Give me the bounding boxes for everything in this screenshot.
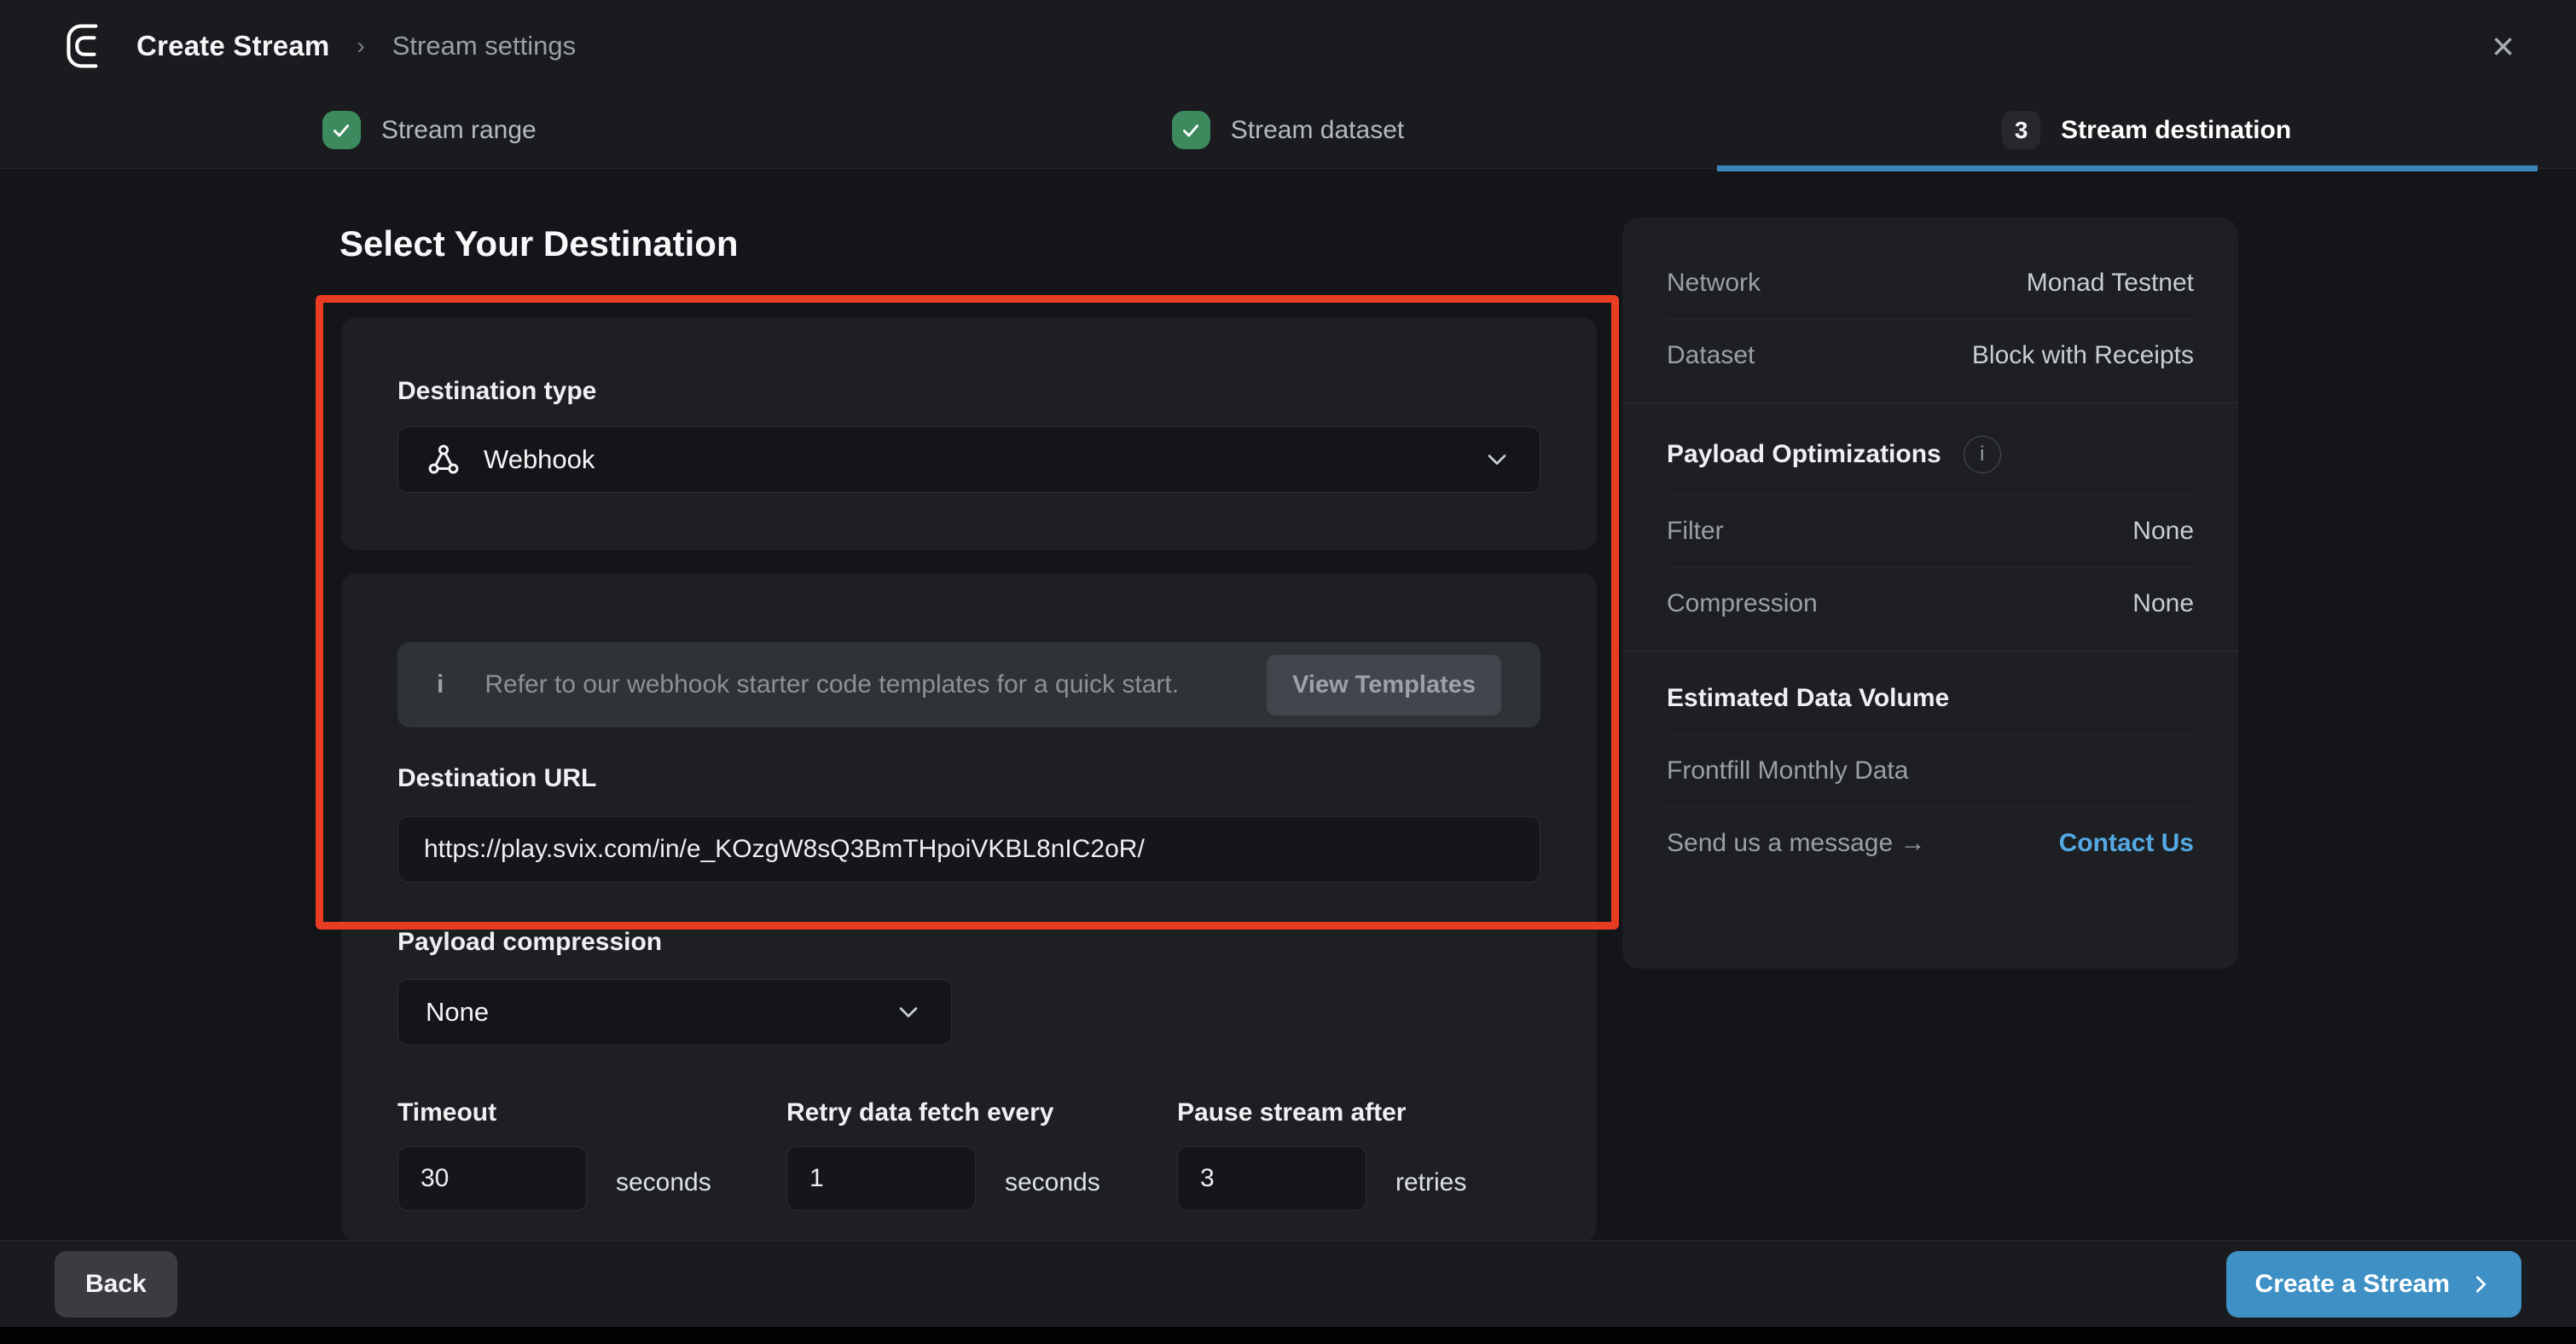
summary-row-compression: Compression None — [1667, 567, 2194, 640]
back-button[interactable]: Back — [55, 1251, 177, 1318]
app-logo-icon — [61, 20, 113, 72]
optimizations-title: Payload Optimizations — [1667, 440, 1941, 469]
step-number-badge: 3 — [2002, 111, 2040, 149]
timeout-label: Timeout — [397, 1098, 496, 1127]
pause-label: Pause stream after — [1177, 1098, 1406, 1127]
contact-us-link[interactable]: Contact Us — [2059, 829, 2194, 858]
payload-compression-select[interactable]: None — [397, 979, 952, 1046]
compression-value: None — [2132, 589, 2194, 618]
destination-type-value: Webhook — [484, 444, 595, 475]
summary-optimizations-section: Payload Optimizations i Filter None Comp… — [1622, 403, 2238, 651]
wizard-footer: Back Create a Stream — [0, 1240, 2576, 1327]
summary-row-filter: Filter None — [1667, 495, 2194, 567]
stream-summary-panel: Network Monad Testnet Dataset Block with… — [1622, 217, 2238, 969]
screen-bottom-edge — [0, 1327, 2576, 1344]
payload-compression-value: None — [426, 997, 489, 1028]
destination-url-label: Destination URL — [397, 764, 596, 793]
view-templates-button[interactable]: View Templates — [1267, 655, 1501, 715]
pause-unit: retries — [1395, 1168, 1466, 1197]
payload-compression-label: Payload compression — [397, 928, 662, 957]
chevron-down-icon — [893, 997, 924, 1028]
create-stream-button[interactable]: Create a Stream — [2226, 1251, 2521, 1318]
info-banner-text: Refer to our webhook starter code templa… — [484, 670, 1179, 699]
info-icon[interactable]: i — [1964, 436, 2001, 473]
destination-type-card: Destination type Webhook — [341, 317, 1597, 550]
summary-row-frontfill: Frontfill Monthly Data — [1667, 734, 2194, 807]
destination-type-label: Destination type — [397, 377, 596, 406]
summary-row-network: Network Monad Testnet — [1667, 247, 2194, 319]
check-icon — [1172, 111, 1210, 149]
breadcrumb-chevron-icon: › — [357, 32, 364, 60]
retry-unit: seconds — [1005, 1168, 1100, 1197]
frontfill-label: Frontfill Monthly Data — [1667, 756, 1908, 785]
info-banner: i Refer to our webhook starter code temp… — [397, 642, 1540, 727]
step-stream-range[interactable]: Stream range — [0, 92, 859, 168]
section-heading: Select Your Destination — [339, 223, 739, 264]
close-icon[interactable]: × — [2492, 26, 2515, 66]
check-icon — [322, 111, 361, 149]
chevron-right-icon — [2469, 1272, 2492, 1296]
destination-type-select[interactable]: Webhook — [397, 426, 1540, 493]
network-label: Network — [1667, 269, 1761, 298]
dataset-label: Dataset — [1667, 341, 1755, 370]
chevron-down-icon — [1482, 444, 1512, 475]
summary-stream-section: Network Monad Testnet Dataset Block with… — [1622, 236, 2238, 403]
timeout-input[interactable] — [397, 1146, 587, 1211]
step-stream-destination[interactable]: 3 Stream destination — [1717, 92, 2576, 168]
webhook-icon — [426, 442, 461, 478]
summary-row-dataset: Dataset Block with Receipts — [1667, 319, 2194, 391]
breadcrumb: Stream settings — [392, 31, 576, 61]
step-label: Stream range — [381, 116, 537, 145]
timeout-unit: seconds — [616, 1168, 711, 1197]
retry-input[interactable] — [786, 1146, 976, 1211]
top-bar: Create Stream › Stream settings × — [0, 0, 2576, 92]
network-value: Monad Testnet — [2027, 269, 2194, 298]
optimizations-title-row: Payload Optimizations i — [1667, 414, 2194, 495]
wizard-stepper: Stream range Stream dataset 3 Stream des… — [0, 92, 2576, 169]
retry-label: Retry data fetch every — [786, 1098, 1053, 1127]
step-label: Stream destination — [2061, 116, 2291, 145]
info-icon: i — [437, 670, 444, 699]
create-stream-label: Create a Stream — [2255, 1270, 2450, 1299]
summary-volume-section: Estimated Data Volume Frontfill Monthly … — [1622, 651, 2238, 890]
contact-label: Send us a message → — [1667, 829, 1926, 858]
filter-label: Filter — [1667, 517, 1724, 546]
pause-input[interactable] — [1177, 1146, 1366, 1211]
summary-row-contact: Send us a message → Contact Us — [1667, 807, 2194, 879]
dataset-value: Block with Receipts — [1972, 341, 2194, 370]
page-title: Create Stream — [136, 30, 329, 62]
compression-label: Compression — [1667, 589, 1818, 618]
destination-url-input[interactable] — [397, 816, 1540, 883]
step-label: Stream dataset — [1231, 116, 1404, 145]
filter-value: None — [2132, 517, 2194, 546]
volume-title-row: Estimated Data Volume — [1667, 663, 2194, 734]
volume-title: Estimated Data Volume — [1667, 684, 1949, 713]
step-stream-dataset[interactable]: Stream dataset — [859, 92, 1718, 168]
webhook-settings-card: i Refer to our webhook starter code temp… — [341, 573, 1597, 1242]
